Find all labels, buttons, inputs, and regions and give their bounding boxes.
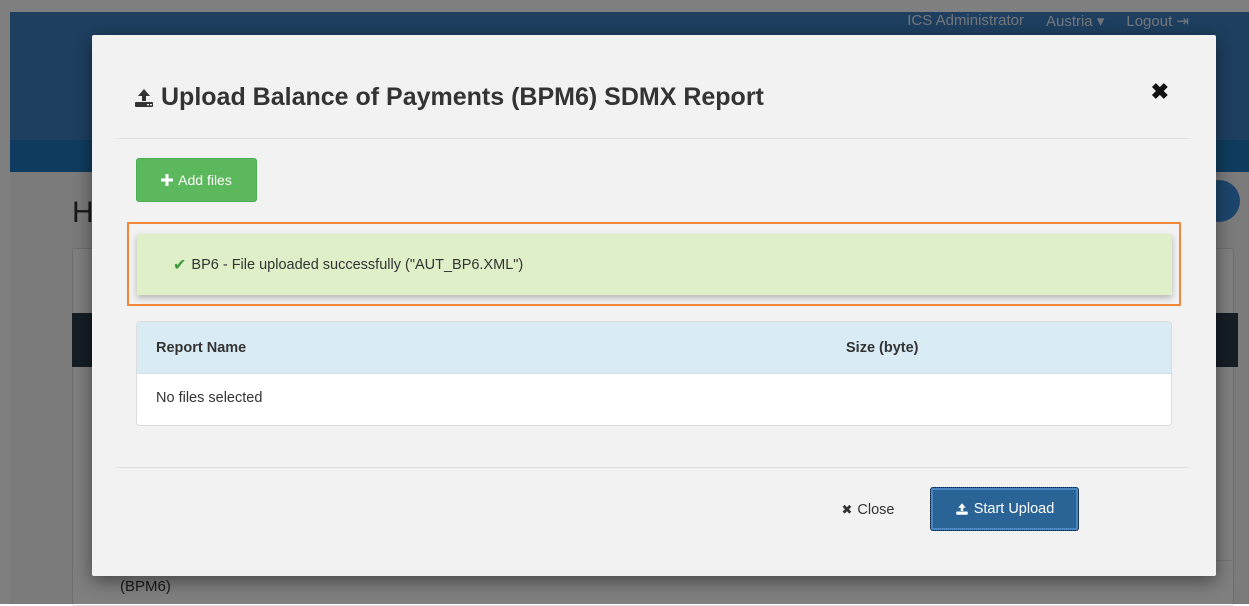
modal-title: Upload Balance of Payments (BPM6) SDMX R… (133, 83, 764, 112)
add-files-label: Add files (178, 172, 232, 188)
column-header-report-name: Report Name (156, 340, 247, 356)
table-header: Report Name Size (byte) (137, 322, 1171, 374)
check-icon: ✔ (173, 256, 187, 274)
start-upload-button[interactable]: Start Upload (930, 487, 1079, 531)
modal-header: Upload Balance of Payments (BPM6) SDMX R… (117, 35, 1189, 139)
close-icon[interactable]: ✖ (1151, 79, 1169, 105)
upload-icon (955, 502, 969, 516)
alert-message: BP6 - File uploaded successfully ("AUT_B… (191, 256, 524, 273)
add-files-button[interactable]: Add files (136, 158, 257, 202)
plus-icon (161, 174, 174, 186)
column-header-size: Size (byte) (846, 340, 919, 356)
modal-footer-divider (117, 467, 1189, 468)
table-row: No files selected (137, 374, 1171, 425)
close-label: Close (857, 502, 895, 518)
empty-message: No files selected (156, 390, 263, 406)
files-table: Report Name Size (byte) No files selecte… (136, 321, 1172, 426)
modal-title-text: Upload Balance of Payments (BPM6) SDMX R… (161, 83, 764, 111)
start-upload-label: Start Upload (973, 501, 1055, 517)
close-button[interactable]: ✖ Close (828, 491, 908, 529)
success-alert: ✔ BP6 - File uploaded successfully ("AUT… (137, 234, 1172, 295)
upload-icon (133, 87, 155, 109)
close-icon: ✖ (841, 502, 853, 517)
